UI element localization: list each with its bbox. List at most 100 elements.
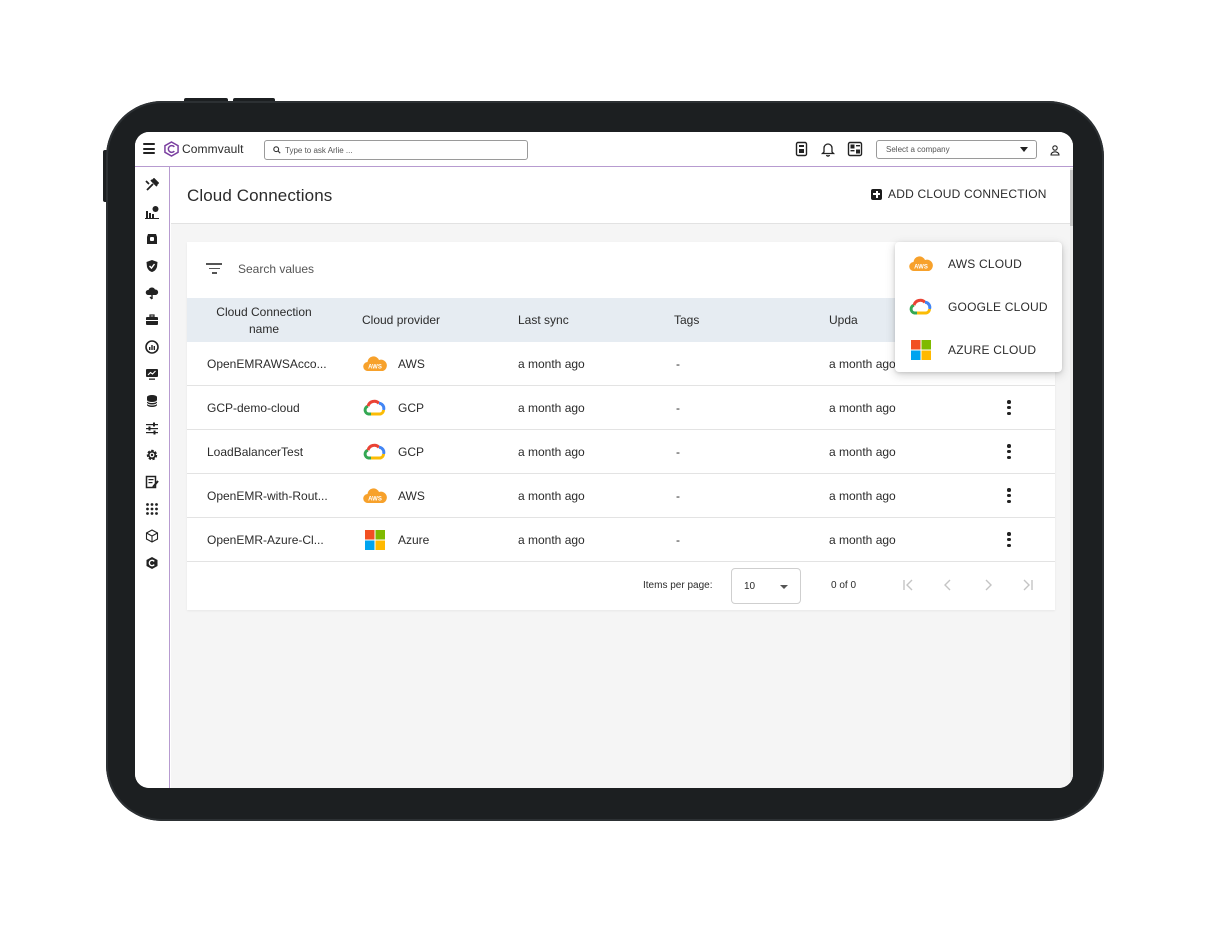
ask-arlie-search[interactable] <box>264 140 528 160</box>
sidebar-gear-icon[interactable] <box>145 448 159 462</box>
sidebar-commvault-cloud-icon[interactable] <box>145 556 159 570</box>
tags: - <box>676 357 680 371</box>
cloud-provider-cell: AWS AWS <box>362 352 425 376</box>
aws-icon: AWS <box>908 252 934 276</box>
add-cloud-connection-button[interactable]: ADD CLOUD CONNECTION <box>871 187 1047 201</box>
provider-name: AWS <box>398 357 425 371</box>
provider-name: Azure <box>398 533 430 547</box>
pagination: Items per page: 10 0 of 0 <box>187 560 1055 610</box>
row-actions-kebab-icon[interactable] <box>1005 444 1013 460</box>
last-page-icon[interactable] <box>1021 578 1035 592</box>
sidebar-settings-sliders-icon[interactable] <box>145 421 159 435</box>
tags: - <box>676 401 680 415</box>
company-select[interactable]: Select a company <box>876 140 1037 159</box>
google-cloud-icon <box>362 440 388 464</box>
svg-text:AWS: AWS <box>368 365 382 371</box>
last-sync: a month ago <box>518 533 585 547</box>
column-header-tags[interactable]: Tags <box>674 313 699 327</box>
last-sync: a month ago <box>518 445 585 459</box>
ask-arlie-input[interactable] <box>285 145 505 155</box>
connection-name[interactable]: LoadBalancerTest <box>207 445 303 459</box>
connection-name[interactable]: OpenEMRAWSAcco... <box>207 357 327 371</box>
cloud-provider-cell: GCP <box>362 396 424 420</box>
row-actions-kebab-icon[interactable] <box>1005 532 1013 548</box>
menu-item-label: AWS CLOUD <box>948 257 1023 271</box>
menu-item-google-cloud[interactable]: GOOGLE CLOUD <box>895 285 1062 328</box>
column-header-updated[interactable]: Upda <box>829 313 858 327</box>
connection-name[interactable]: OpenEMR-Azure-Cl... <box>207 533 324 547</box>
brand-logo[interactable]: Commvault <box>164 141 244 157</box>
google-cloud-icon <box>908 295 934 319</box>
sidebar-jobs-briefcase-icon[interactable] <box>145 313 159 327</box>
main-content: Cloud Connections ADD CLOUD CONNECTION C… <box>171 168 1073 788</box>
top-bar: Commvault Type to ask Arlie ... Select a… <box>135 132 1073 167</box>
search-values-input[interactable] <box>238 262 538 276</box>
tags: - <box>676 445 680 459</box>
brand-name: Commvault <box>182 142 244 156</box>
column-header-last-sync[interactable]: Last sync <box>518 313 569 327</box>
sidebar-storage-database-icon[interactable] <box>145 394 159 408</box>
scrollbar-thumb[interactable] <box>1070 170 1073 226</box>
connection-name[interactable]: OpenEMR-with-Rout... <box>207 489 328 503</box>
company-select-placeholder: Select a company <box>886 145 950 154</box>
scrollbar-track[interactable] <box>1070 168 1073 788</box>
aws-icon: AWS <box>362 484 388 508</box>
last-sync: a month ago <box>518 357 585 371</box>
add-cloud-connection-label: ADD CLOUD CONNECTION <box>888 187 1047 201</box>
sidebar-cube-network-icon[interactable] <box>145 529 159 543</box>
google-cloud-icon <box>362 396 388 420</box>
provider-name: GCP <box>398 445 425 459</box>
table-row[interactable]: GCP-demo-cloud GCP a month ago - a month ago <box>187 386 1055 430</box>
sidebar-monitor-icon[interactable] <box>145 367 159 381</box>
page-header: Cloud Connections ADD CLOUD CONNECTION <box>171 168 1073 224</box>
updated: a month ago <box>829 533 896 547</box>
items-per-page-select[interactable]: 10 <box>731 568 801 604</box>
pagination-range: 0 of 0 <box>831 580 857 591</box>
sidebar-reports-chart-icon[interactable] <box>145 340 159 354</box>
updated: a month ago <box>829 445 896 459</box>
column-header-name[interactable]: Cloud Connection name <box>207 304 321 338</box>
sidebar-apps-grid-icon[interactable] <box>145 502 159 516</box>
row-actions-kebab-icon[interactable] <box>1005 400 1013 416</box>
last-sync: a month ago <box>518 489 585 503</box>
chevron-down-icon <box>780 585 788 589</box>
notifications-bell-icon[interactable] <box>820 141 836 157</box>
user-account-icon[interactable] <box>1049 143 1061 156</box>
table-row[interactable]: LoadBalancerTest GCP a month ago - a month a… <box>187 430 1055 474</box>
menu-item-aws-cloud[interactable]: AWS AWS CLOUD <box>895 242 1062 285</box>
table-row[interactable]: OpenEMR-with-Rout... AWS AWS a month ago - a … <box>187 474 1055 518</box>
sidebar-edit-document-icon[interactable] <box>145 475 159 489</box>
menu-item-azure-cloud[interactable]: AZURE CLOUD <box>895 328 1062 371</box>
sidebar-shield-icon[interactable] <box>145 259 159 273</box>
items-per-page-value: 10 <box>744 581 756 592</box>
updated: a month ago <box>829 357 896 371</box>
plus-icon <box>871 188 882 200</box>
sidebar-analytics-icon[interactable] <box>145 205 159 219</box>
commvault-logo-icon <box>164 141 179 157</box>
cloud-provider-cell: Azure <box>362 528 429 552</box>
hamburger-menu-icon[interactable] <box>143 143 155 154</box>
filter-icon[interactable] <box>206 263 222 275</box>
cloud-provider-cell: AWS AWS <box>362 484 425 508</box>
next-page-icon[interactable] <box>981 578 995 592</box>
aws-icon: AWS <box>362 352 388 376</box>
provider-name: AWS <box>398 489 425 503</box>
svg-text:AWS: AWS <box>368 497 382 503</box>
reports-icon[interactable] <box>794 141 810 157</box>
menu-item-label: AZURE CLOUD <box>948 343 1037 357</box>
last-sync: a month ago <box>518 401 585 415</box>
chevron-down-icon <box>1020 147 1028 152</box>
table-row[interactable]: OpenEMR-Azure-Cl... Azure a month ago - a mo… <box>187 518 1055 562</box>
sidebar-protect-icon[interactable] <box>145 232 159 246</box>
first-page-icon[interactable] <box>901 578 915 592</box>
column-header-provider[interactable]: Cloud provider <box>362 313 440 327</box>
previous-page-icon[interactable] <box>941 578 955 592</box>
row-actions-kebab-icon[interactable] <box>1005 488 1013 504</box>
sidebar-cloud-icon[interactable] <box>145 286 159 300</box>
connection-name[interactable]: GCP-demo-cloud <box>207 401 300 415</box>
sidebar-tools-icon[interactable] <box>145 178 159 192</box>
dashboard-icon[interactable] <box>847 141 863 157</box>
azure-icon <box>362 528 388 552</box>
menu-item-label: GOOGLE CLOUD <box>948 300 1048 314</box>
page-title: Cloud Connections <box>187 186 333 205</box>
